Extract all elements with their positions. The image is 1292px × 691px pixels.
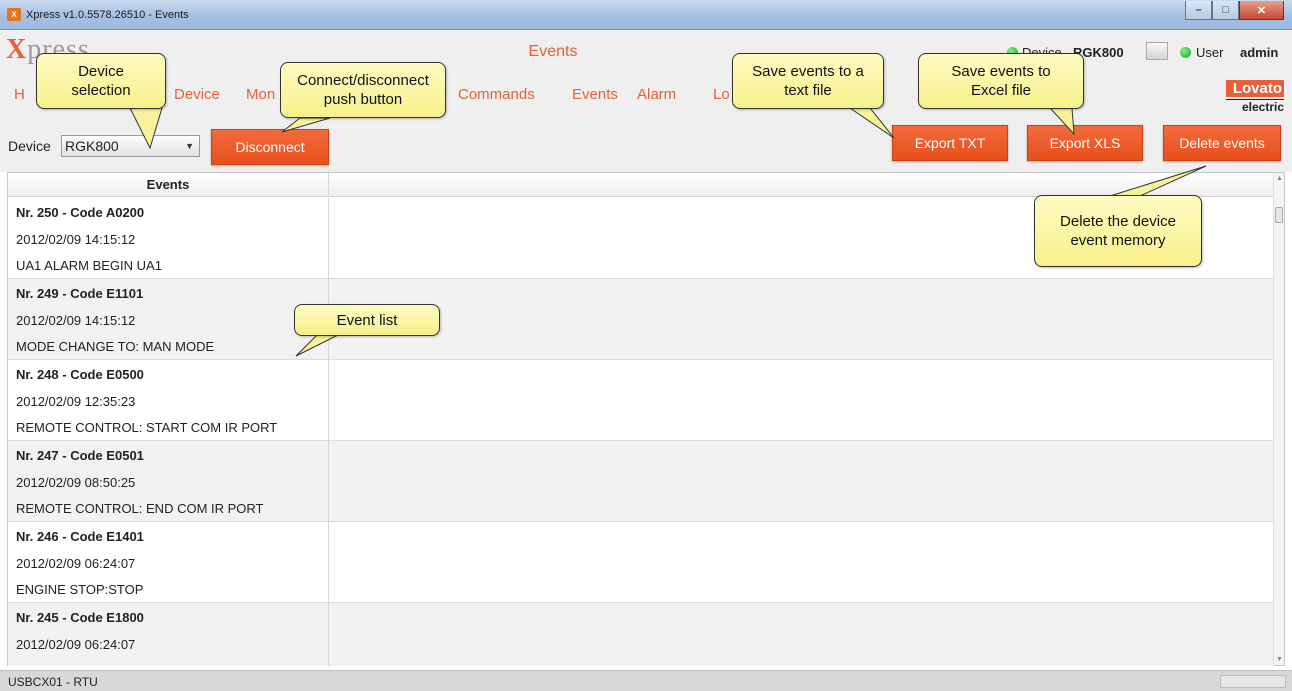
- callout-tail-event-list: [295, 333, 341, 357]
- callout-tail-connect: [281, 117, 331, 133]
- callout-tail-device-selection: [129, 107, 163, 150]
- callout-tail-save-xls: [1048, 107, 1075, 136]
- callout-connect: Connect/disconnect push button: [280, 62, 446, 118]
- callout-tail-delete: [1109, 165, 1207, 197]
- callout-event-list: Event list: [294, 304, 440, 336]
- callout-device-selection: Device selection: [36, 53, 166, 109]
- callout-tail-save-txt: [848, 107, 895, 139]
- callout-delete: Delete the device event memory: [1034, 195, 1202, 267]
- callout-save-xls: Save events to Excel file: [918, 53, 1084, 109]
- callout-save-txt: Save events to a text file: [732, 53, 884, 109]
- callout-tails: [129, 107, 1207, 357]
